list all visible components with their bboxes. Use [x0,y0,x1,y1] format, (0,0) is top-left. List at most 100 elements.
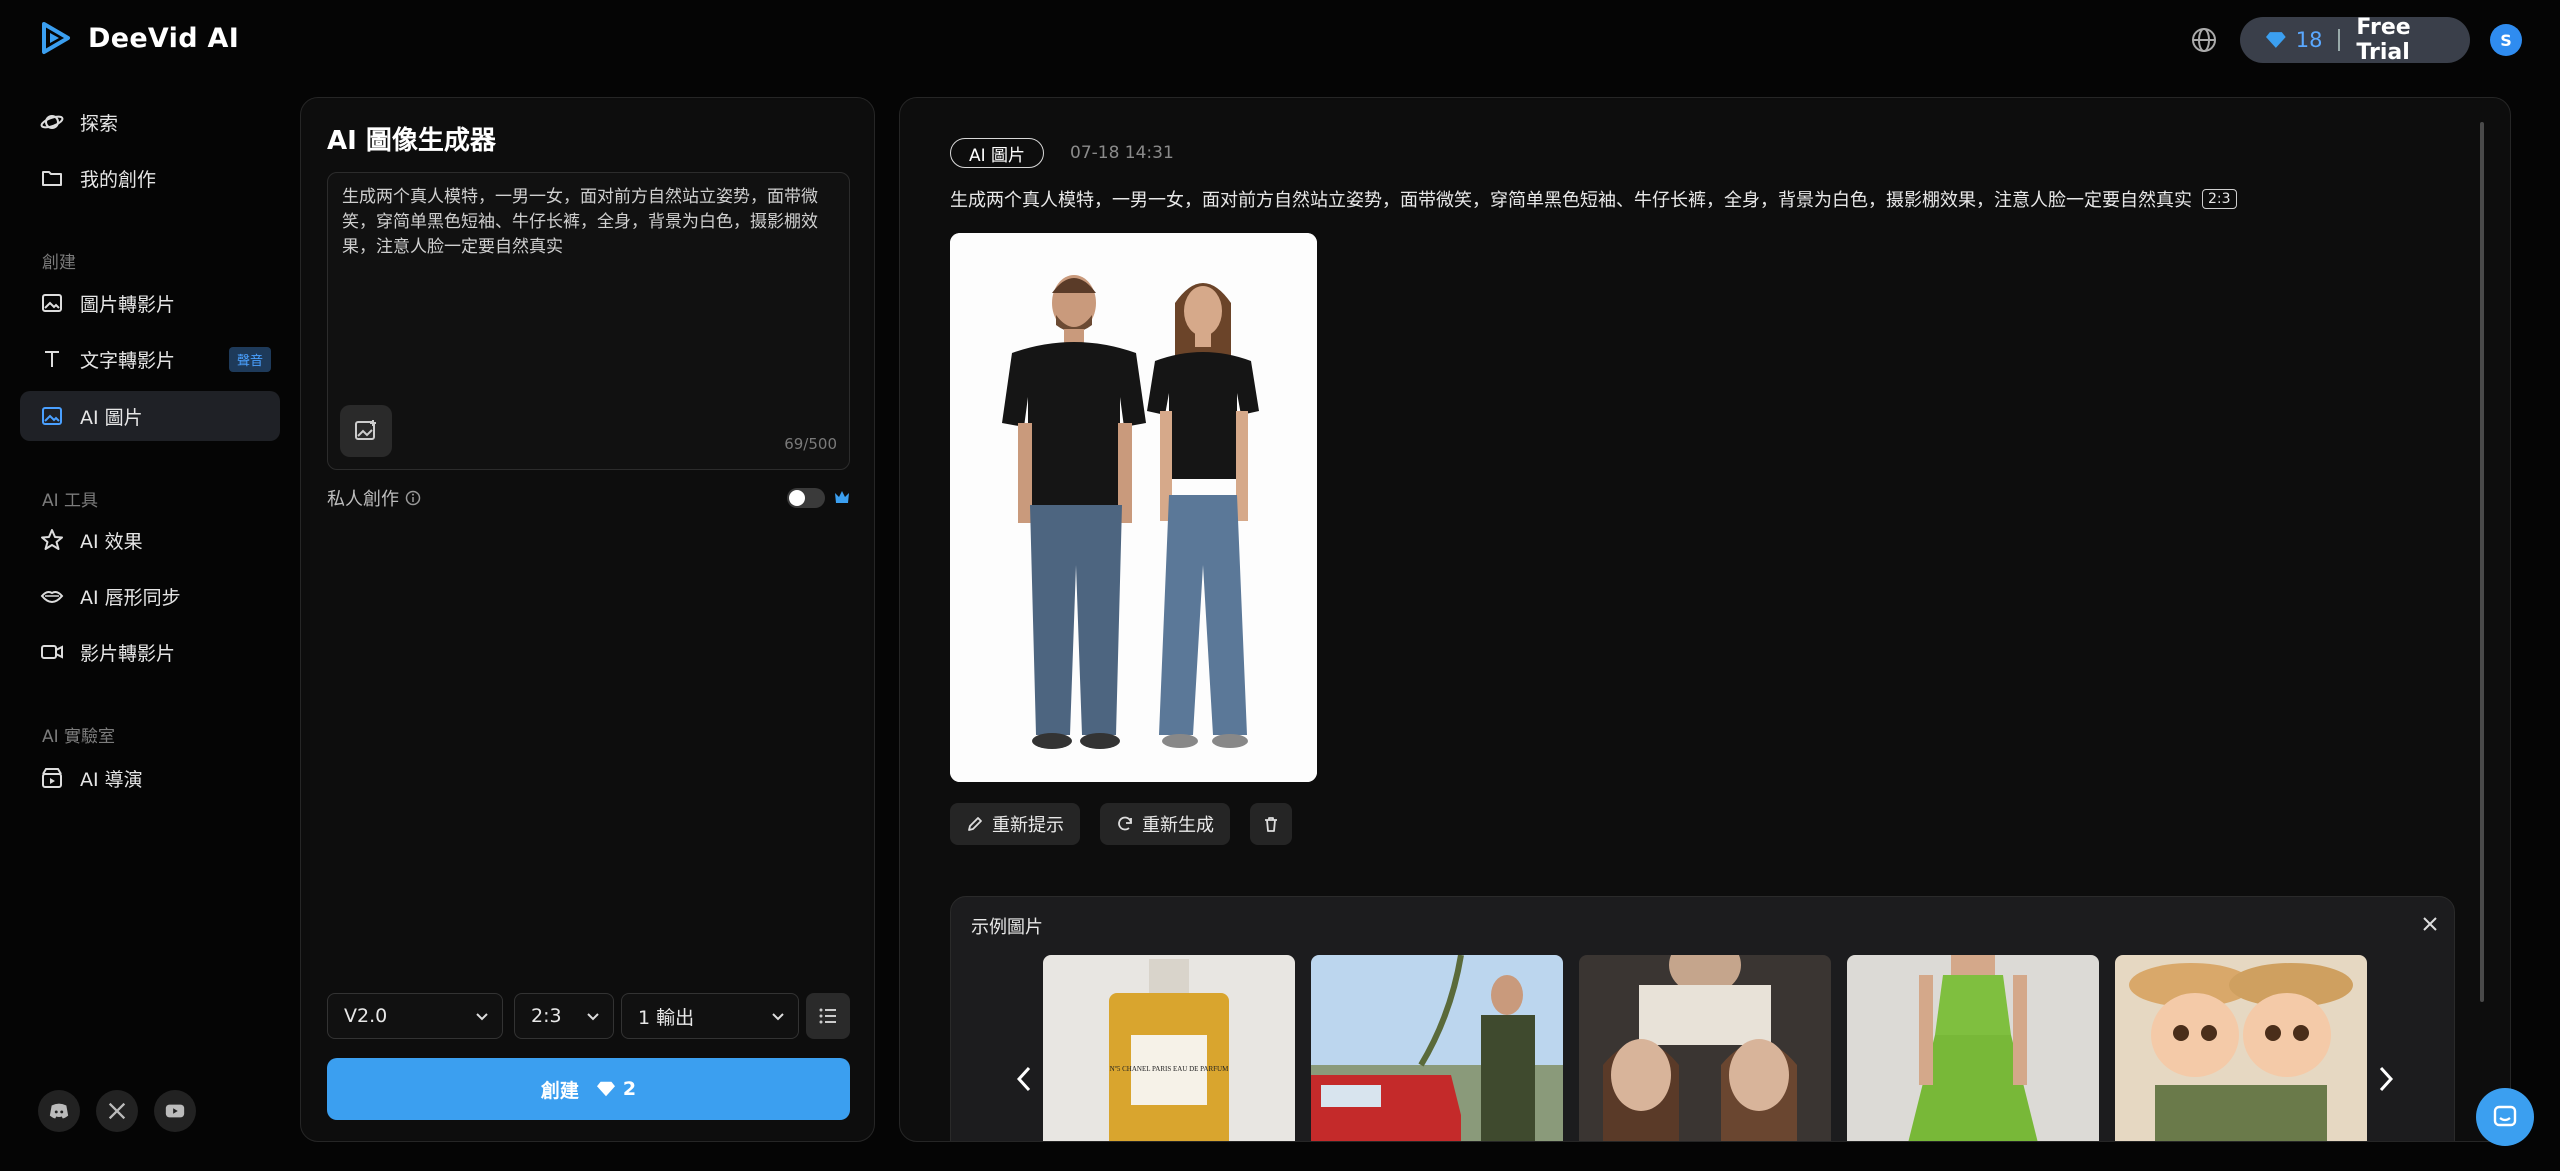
sidebar-item-ai-director[interactable]: AI 導演 [20,753,280,803]
x-link[interactable] [96,1090,138,1132]
ratio-value: 2:3 [531,1005,562,1027]
clapperboard-icon [42,768,62,788]
sidebar-item-image-to-video[interactable]: 圖片轉影片 [20,278,280,328]
globe-icon[interactable] [2190,26,2218,54]
chevron-left-icon[interactable] [1013,1065,1035,1093]
prompt-text[interactable]: 生成两个真人模特，一男一女，面对前方自然站立姿势，面带微笑，穿简单黑色短袖、牛仔… [342,185,837,260]
info-icon[interactable] [405,490,421,506]
section-label-ai-tools: AI 工具 [42,491,99,511]
cartoon-kids-illustration [2115,955,2367,1141]
planet-icon [40,115,64,129]
generated-image[interactable] [950,233,1317,782]
diamond-icon [596,1081,615,1097]
chevron-down-icon [772,1013,784,1021]
sidebar-item-label: AI 唇形同步 [80,586,181,609]
header: DeeVid AI 18 Free Trial S [0,0,2560,80]
result-prompt: 生成两个真人模特，一男一女，面对前方自然站立姿势，面带微笑，穿简单黑色短袖、牛仔… [950,186,2237,212]
create-cost: 2 [596,1078,637,1100]
example-thumb-perfume[interactable]: Nº5 CHANEL PARIS EAU DE PARFUM [1043,955,1295,1141]
folder-icon [42,171,62,186]
discord-icon [49,1103,69,1119]
sidebar-item-ai-lipsync[interactable]: AI 唇形同步 [20,571,280,621]
credits-button[interactable]: 18 Free Trial [2240,15,2470,65]
regenerate-button[interactable]: 重新生成 [1100,803,1230,845]
result-prompt-text: 生成两个真人模特，一男一女，面对前方自然站立姿势，面带微笑，穿简单黑色短袖、牛仔… [950,190,2192,211]
close-icon[interactable] [2421,915,2439,933]
result-ratio-chip: 2:3 [2202,189,2237,209]
regenerate-label: 重新生成 [1142,815,1214,836]
models-illustration [950,233,1317,782]
toggle-knob [789,490,805,506]
sidebar-item-label: AI 效果 [80,530,143,553]
credits-count: 18 [2295,28,2323,52]
sidebar-item-ai-image[interactable]: AI 圖片 [20,391,280,441]
avatar[interactable]: S [2490,24,2522,56]
plan-label: Free Trial [2356,15,2411,65]
family-portrait-illustration [1579,955,1831,1141]
star-icon [41,529,63,550]
sidebar-item-my-creations[interactable]: 我的創作 [20,153,280,203]
delete-button[interactable] [1250,803,1292,845]
create-button[interactable]: 創建 2 [327,1058,850,1120]
private-creation-label: 私人創作 [327,485,421,511]
image-upload-icon [355,420,376,440]
chevron-down-icon [476,1013,488,1021]
reprompt-button[interactable]: 重新提示 [950,803,1080,845]
green-dress-illustration [1847,955,2099,1141]
discord-link[interactable] [38,1090,80,1132]
prompt-input[interactable]: 生成两个真人模特，一男一女，面对前方自然站立姿势，面带微笑，穿简单黑色短袖、牛仔… [327,172,850,470]
examples-title: 示例圖片 [971,917,1043,938]
support-chat-button[interactable] [2476,1088,2534,1146]
sidebar-item-label: 我的創作 [80,168,157,191]
app-name: DeeVid AI [88,22,240,54]
page-title: AI 圖像生成器 [327,126,496,156]
audio-badge: 聲音 [229,346,272,372]
text-icon [45,351,59,367]
credits-divider [2338,29,2341,51]
section-label-ai-lab: AI 實驗室 [42,727,116,747]
reprompt-label: 重新提示 [992,815,1064,836]
video-camera-icon [41,645,63,659]
sidebar-item-label: 文字轉影片 [80,349,176,372]
ai-image-icon [42,407,62,425]
example-thumb-car[interactable] [1311,955,1563,1141]
example-images-panel: 示例圖片 Nº5 CHANEL PARIS EAU DE PARFUM [950,896,2455,1141]
sidebar-item-video-to-video[interactable]: 影片轉影片 [20,627,280,677]
list-options-button[interactable] [806,993,850,1039]
sidebar-item-explore[interactable]: 探索 [20,97,280,147]
youtube-link[interactable] [154,1090,196,1132]
chevron-down-icon [587,1013,599,1021]
model-value: V2.0 [344,1005,388,1027]
model-select[interactable]: V2.0 [327,993,503,1039]
logo[interactable]: DeeVid AI [38,20,239,56]
deevid-logo-icon [42,22,70,54]
car-scene-illustration [1311,955,1563,1141]
generator-panel: AI 圖像生成器 生成两个真人模特，一男一女，面对前方自然站立姿势，面带微笑，穿… [300,97,875,1142]
char-count: 69/500 [784,435,837,453]
sidebar-item-label: 影片轉影片 [80,642,176,665]
outputs-select[interactable]: 1 輸出 [621,993,799,1039]
sidebar: 探索 我的創作 創建 圖片轉影片 文字轉影片 聲音 AI 圖片 AI 工具 AI… [0,80,290,1171]
example-thumb-cartoon[interactable] [2115,955,2367,1141]
sidebar-item-ai-effects[interactable]: AI 效果 [20,515,280,565]
private-toggle[interactable] [787,488,825,508]
private-creation-row: 私人創作 [327,482,850,512]
example-thumb-family[interactable] [1579,955,1831,1141]
example-thumb-dress[interactable] [1847,955,2099,1141]
create-cost-value: 2 [622,1078,637,1100]
results-panel: AI 圖片 07-18 14:31 生成两个真人模特，一男一女，面对前方自然站立… [899,97,2511,1142]
result-type-tag: AI 圖片 [950,138,1045,168]
sidebar-item-label: AI 導演 [80,768,143,791]
chevron-right-icon[interactable] [2375,1065,2397,1093]
diamond-icon [2266,32,2286,48]
image-icon [42,294,62,312]
results-scrollbar[interactable] [2480,122,2484,1002]
pencil-icon [968,817,982,831]
section-label-create: 創建 [42,253,76,273]
perfume-label: Nº5 CHANEL PARIS EAU DE PARFUM [1110,1065,1229,1073]
upload-image-button[interactable] [340,405,392,457]
sidebar-item-label: 圖片轉影片 [80,293,176,316]
sidebar-item-text-to-video[interactable]: 文字轉影片 聲音 [20,334,280,384]
ratio-select[interactable]: 2:3 [514,993,614,1039]
crown-icon [835,491,849,503]
